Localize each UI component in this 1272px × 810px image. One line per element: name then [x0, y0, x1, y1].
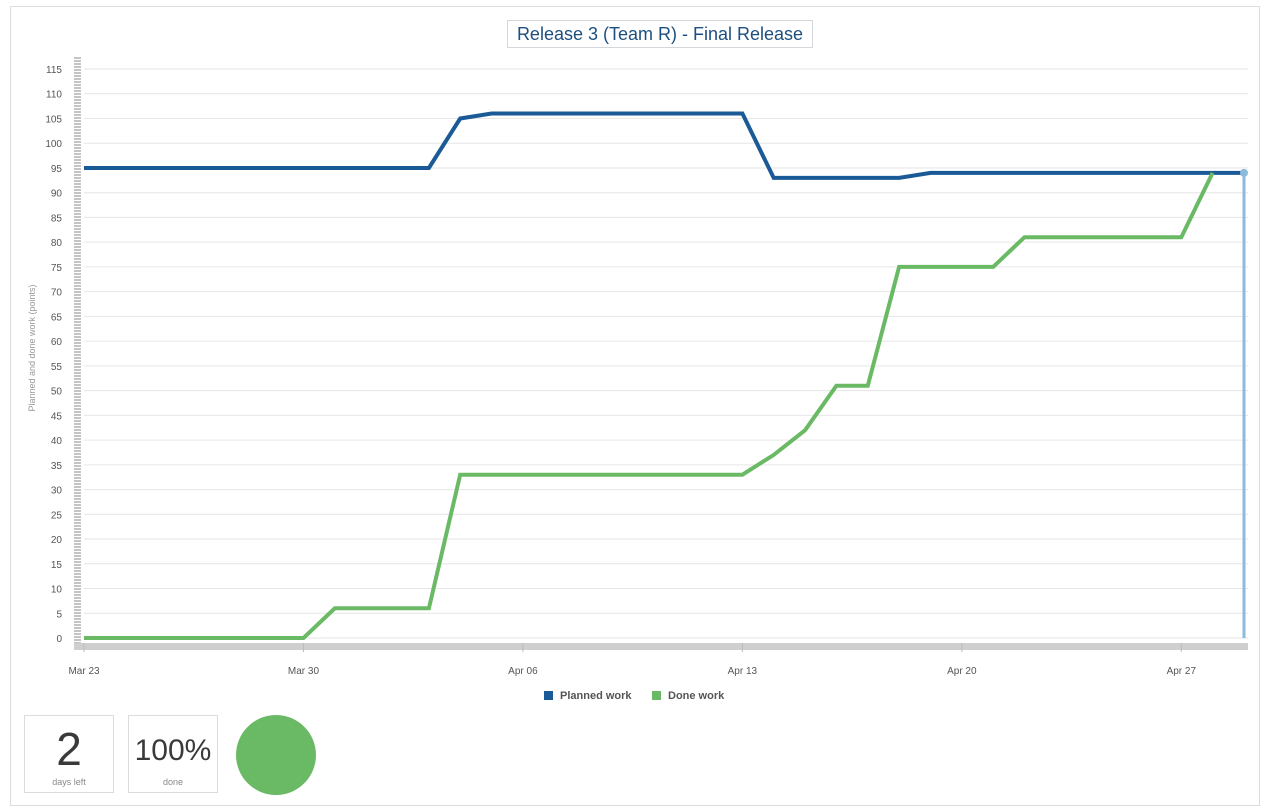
- y-axis-title: Planned and done work (points): [27, 284, 37, 411]
- y-tick-label: 10: [51, 585, 63, 596]
- legend-label: Done work: [668, 690, 725, 702]
- y-tick-label: 65: [51, 312, 63, 323]
- days-left-card: 2 days left: [24, 715, 114, 793]
- y-tick-label: 100: [45, 139, 62, 150]
- y-tick-label: 30: [51, 486, 63, 497]
- y-tick-label: 85: [51, 213, 63, 224]
- y-tick-label: 70: [51, 288, 63, 299]
- done-value: 100%: [134, 734, 212, 767]
- y-tick-label: 45: [51, 411, 63, 422]
- y-tick-label: 50: [51, 387, 63, 398]
- y-tick-label: 60: [51, 337, 63, 348]
- done-label: done: [162, 777, 184, 787]
- y-tick-label: 80: [51, 238, 63, 249]
- done-card: 100% done: [128, 715, 218, 793]
- y-tick-label: 40: [51, 436, 63, 447]
- y-tick-label: 95: [51, 164, 63, 175]
- x-tick-label: Mar 30: [288, 666, 320, 677]
- x-tick-label: Apr 20: [947, 666, 977, 677]
- y-tick-label: 90: [51, 189, 63, 200]
- y-tick-label: 110: [46, 90, 62, 101]
- today-marker-point: [1240, 168, 1248, 177]
- y-tick-label: 105: [45, 114, 62, 125]
- x-tick-label: Apr 13: [728, 666, 758, 677]
- legend-swatch: [652, 691, 661, 700]
- days-left-value: 2: [56, 723, 82, 775]
- chart-title: Release 3 (Team R) - Final Release: [507, 20, 813, 48]
- x-tick-label: Apr 27: [1167, 666, 1197, 677]
- burnup-chart: 0 5 10 15 20 25 30 35 40 45 50 55 60 65 70 75 80 85 90 95 10…: [27, 56, 1248, 702]
- y-tick-label: 35: [51, 461, 63, 472]
- x-tick-label: Mar 23: [68, 666, 100, 677]
- legend-label: Planned work: [560, 690, 632, 702]
- y-tick-label: 115: [46, 65, 62, 76]
- y-tick-label: 20: [51, 535, 63, 546]
- y-tick-label: 25: [51, 510, 63, 521]
- y-tick-label: 0: [56, 634, 62, 645]
- legend-swatch: [544, 691, 553, 700]
- x-tick-label: Apr 06: [508, 666, 538, 677]
- y-tick-label: 15: [51, 560, 63, 571]
- y-tick-label: 75: [51, 263, 63, 274]
- y-tick-label: 5: [56, 609, 62, 620]
- days-left-label: days left: [52, 777, 86, 787]
- y-axis-band: [74, 56, 81, 648]
- progress-donut: [236, 715, 316, 795]
- x-axis-band: [74, 643, 1248, 650]
- y-tick-label: 55: [51, 362, 63, 373]
